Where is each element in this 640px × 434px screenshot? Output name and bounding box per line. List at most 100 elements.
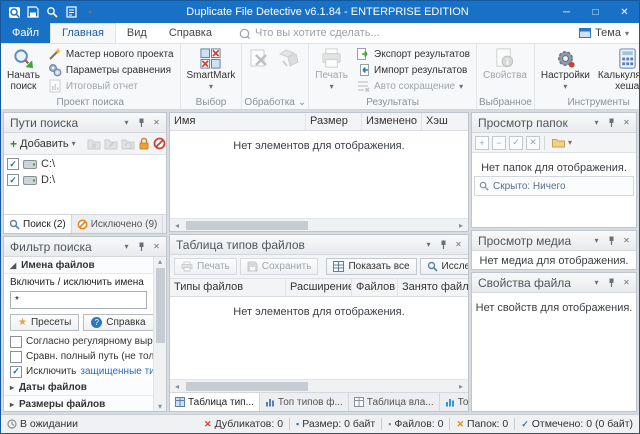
save-icon[interactable]: [24, 3, 42, 21]
export-results-button[interactable]: Экспорт результатов: [352, 46, 474, 62]
tab-owners-table[interactable]: Таблица вла...: [349, 393, 440, 411]
refresh-path-icon[interactable]: [121, 138, 135, 150]
settings-button[interactable]: Настройки ▾: [537, 45, 594, 91]
new-project-wizard-button[interactable]: Мастер нового проекта: [44, 46, 178, 62]
scroll-right-icon[interactable]: ▸: [454, 382, 468, 391]
column-space[interactable]: Занято файла: [398, 279, 468, 296]
pin-icon[interactable]: [134, 115, 149, 130]
pin-icon[interactable]: [604, 115, 619, 130]
scroll-left-icon[interactable]: ◂: [170, 221, 184, 230]
delete-marked-button[interactable]: [244, 45, 274, 69]
column-files[interactable]: Файлов: [352, 279, 398, 296]
properties-button[interactable]: Свойства: [479, 45, 531, 82]
check-all-icon[interactable]: ✓: [509, 136, 523, 150]
column-modified[interactable]: Изменено: [362, 113, 422, 130]
tell-me-box[interactable]: Что вы хотите сделать...: [239, 23, 380, 43]
checkbox-checked-icon[interactable]: ✓: [10, 366, 22, 378]
close-icon[interactable]: ✕: [619, 115, 634, 130]
column-size[interactable]: Размер: [306, 113, 362, 130]
block-icon[interactable]: [153, 137, 166, 150]
scrollbar-thumb[interactable]: [186, 221, 308, 230]
panel-menu-icon[interactable]: ▾: [119, 115, 134, 130]
report-quick-icon[interactable]: [62, 3, 80, 21]
expand-all-icon[interactable]: +: [475, 136, 489, 150]
types-print-button[interactable]: Печать: [174, 258, 237, 275]
panel-menu-icon[interactable]: ▾: [589, 233, 604, 248]
exclude-protected-checkbox-row[interactable]: ✓ Исключить защищенные типы фа: [4, 364, 153, 379]
tab-view[interactable]: Вид: [116, 23, 158, 43]
close-button[interactable]: ✕: [610, 1, 639, 23]
lock-icon[interactable]: [138, 137, 150, 150]
uncheck-all-icon[interactable]: ✕: [526, 136, 540, 150]
start-quick-icon[interactable]: [43, 3, 61, 21]
tab-home[interactable]: Главная: [50, 23, 116, 43]
protected-types-link[interactable]: защищенные типы фа: [80, 366, 153, 377]
collapse-all-icon[interactable]: −: [492, 136, 506, 150]
dialog-launcher-icon[interactable]: ⌄: [298, 97, 306, 108]
auto-reduce-button[interactable]: Авто сокращение ▾: [352, 78, 474, 94]
explore-button[interactable]: Исследовать: [420, 258, 468, 275]
folder-view-dropdown[interactable]: ▾: [549, 137, 575, 149]
filter-vertical-scrollbar[interactable]: ▴ ▾: [153, 257, 166, 411]
path-row-d[interactable]: ✓ D:\: [4, 172, 166, 188]
close-icon[interactable]: ✕: [451, 237, 466, 252]
pin-icon[interactable]: [604, 233, 619, 248]
move-marked-button[interactable]: [274, 45, 304, 69]
results-horizontal-scrollbar[interactable]: ◂ ▸: [170, 218, 468, 231]
scroll-down-icon[interactable]: ▾: [153, 402, 167, 411]
maximize-button[interactable]: □: [581, 1, 610, 23]
column-hash[interactable]: Хэш: [422, 113, 468, 130]
edit-path-icon[interactable]: [104, 138, 118, 150]
tab-types-table[interactable]: Таблица тип...: [170, 393, 260, 411]
scroll-up-icon[interactable]: ▴: [153, 257, 167, 266]
smartmark-button[interactable]: SmartMark ▾: [183, 45, 240, 91]
help-button[interactable]: ? Справка: [83, 314, 153, 331]
types-horizontal-scrollbar[interactable]: ◂ ▸: [170, 379, 468, 392]
scrollbar-thumb[interactable]: [186, 382, 308, 391]
tab-excluded-paths[interactable]: Исключено (9): [72, 215, 164, 233]
quick-access-more-icon[interactable]: ▾: [81, 3, 99, 21]
show-all-button[interactable]: Показать все: [326, 258, 416, 275]
checkbox-unchecked-icon[interactable]: [10, 351, 22, 363]
print-results-button[interactable]: Печать ▾: [311, 45, 352, 91]
summary-report-button[interactable]: Итоговый отчет: [44, 78, 178, 94]
pin-icon[interactable]: [134, 239, 149, 254]
hidden-filter-row[interactable]: Скрыто: Ничего: [474, 176, 634, 196]
tab-search-paths[interactable]: Поиск (2): [4, 215, 72, 233]
column-name[interactable]: Имя: [170, 113, 306, 130]
regex-checkbox-row[interactable]: Согласно регулярному выражение: [4, 334, 153, 349]
full-path-checkbox-row[interactable]: Сравн. полный путь (не только и: [4, 349, 153, 364]
theme-selector[interactable]: Тема ▾: [569, 23, 639, 43]
column-extension[interactable]: Расширение: [286, 279, 352, 296]
tab-top-types[interactable]: Топ типов ф...: [260, 393, 349, 411]
import-results-button[interactable]: Импорт результатов: [352, 62, 474, 78]
section-file-dates[interactable]: ▸ Даты файлов: [4, 379, 153, 396]
add-path-button[interactable]: + Добавить ▾: [7, 137, 79, 151]
pin-icon[interactable]: [436, 237, 451, 252]
close-icon[interactable]: ✕: [619, 275, 634, 290]
presets-button[interactable]: ★ Пресеты: [10, 314, 79, 331]
close-icon[interactable]: ✕: [149, 115, 164, 130]
panel-menu-icon[interactable]: ▾: [119, 239, 134, 254]
panel-menu-icon[interactable]: ▾: [589, 115, 604, 130]
section-file-sizes[interactable]: ▸ Размеры файлов: [4, 396, 153, 411]
checkbox-checked-icon[interactable]: ✓: [7, 158, 19, 170]
scrollbar-thumb[interactable]: [156, 268, 165, 343]
hash-calculator-button[interactable]: Калькулятор хеша: [594, 45, 639, 92]
remove-path-icon[interactable]: [87, 138, 101, 150]
compare-options-button[interactable]: Параметры сравнения: [44, 62, 178, 78]
section-file-names[interactable]: ◢ Имена файлов: [4, 257, 153, 274]
column-file-types[interactable]: Типы файлов: [170, 279, 286, 296]
types-save-button[interactable]: Сохранить: [240, 258, 319, 275]
minimize-button[interactable]: ─: [552, 1, 581, 23]
start-search-button[interactable]: Начать поиск: [3, 45, 44, 92]
close-icon[interactable]: ✕: [149, 239, 164, 254]
checkbox-checked-icon[interactable]: ✓: [7, 174, 19, 186]
tab-file[interactable]: Файл: [1, 23, 50, 43]
panel-menu-icon[interactable]: ▾: [589, 275, 604, 290]
scroll-left-icon[interactable]: ◂: [170, 382, 184, 391]
tab-top-owners[interactable]: Топ владель...: [440, 393, 468, 411]
panel-menu-icon[interactable]: ▾: [421, 237, 436, 252]
pin-icon[interactable]: [604, 275, 619, 290]
tab-help[interactable]: Справка: [158, 23, 223, 43]
